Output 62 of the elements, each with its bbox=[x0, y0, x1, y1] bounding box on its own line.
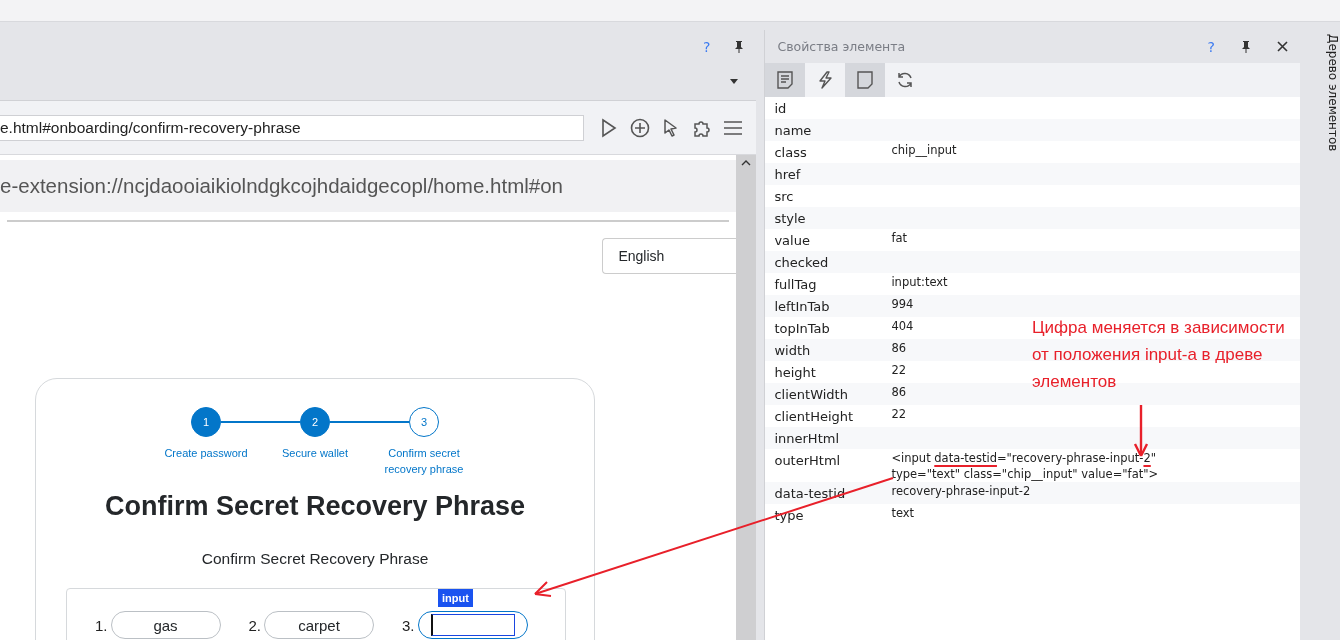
property-value: 404 bbox=[891, 318, 914, 334]
page-icon bbox=[857, 71, 874, 89]
property-value: chip__input bbox=[891, 142, 957, 158]
property-name: name bbox=[773, 122, 813, 140]
step-label: Create password bbox=[163, 446, 249, 461]
property-name: clientHeight bbox=[773, 408, 855, 426]
property-value: 86 bbox=[891, 340, 907, 356]
property-name: clientWidth bbox=[773, 386, 849, 404]
property-value: input:text bbox=[891, 274, 948, 290]
property-name: href bbox=[773, 166, 802, 184]
menu-icon[interactable] bbox=[724, 119, 742, 136]
caret-icon[interactable] bbox=[730, 79, 739, 84]
toolbar-button[interactable] bbox=[765, 63, 806, 97]
property-name: type bbox=[773, 507, 805, 525]
property-value: 22 bbox=[891, 406, 907, 422]
toolbar-button[interactable] bbox=[845, 63, 886, 97]
property-value: fat bbox=[891, 230, 908, 246]
property-name: innerHtml bbox=[773, 430, 840, 448]
pin-icon[interactable] bbox=[734, 40, 745, 53]
word-number: 2. bbox=[248, 616, 262, 634]
add-icon[interactable] bbox=[630, 117, 650, 138]
scroll-up-icon[interactable] bbox=[741, 159, 752, 167]
step-label: Confirm secret recovery phrase bbox=[383, 446, 465, 477]
element-tag: input bbox=[438, 589, 473, 607]
property-value: 22 bbox=[891, 362, 907, 378]
play-icon[interactable] bbox=[600, 117, 618, 138]
address-field[interactable]: e.html#onboarding/confirm-recovery-phrase bbox=[0, 114, 584, 141]
document-icon bbox=[777, 71, 794, 89]
property-name: leftInTab bbox=[773, 298, 831, 316]
page-subtitle: Confirm Secret Recovery Phrase bbox=[200, 550, 430, 568]
property-name: class bbox=[773, 144, 808, 162]
step-circle: 1 bbox=[191, 407, 221, 437]
pin-icon[interactable] bbox=[1241, 40, 1251, 53]
property-name: data-testid bbox=[773, 485, 847, 503]
property-name: checked bbox=[773, 254, 830, 272]
step-label: Secure wallet bbox=[280, 446, 349, 461]
scrollbar[interactable] bbox=[736, 155, 757, 640]
annotation-note: Цифра меняется в зависимости от положения input-а в древе элементов bbox=[1032, 317, 1286, 393]
property-name: height bbox=[773, 364, 817, 382]
property-name: topInTab bbox=[773, 320, 831, 338]
property-name: width bbox=[773, 342, 812, 360]
refresh-icon bbox=[896, 71, 915, 89]
step-circle: 2 bbox=[300, 407, 330, 437]
word-number: 3. bbox=[402, 616, 415, 634]
property-name: value bbox=[773, 232, 811, 250]
page-title: Confirm Secret Recovery Phrase bbox=[103, 491, 527, 522]
property-name: id bbox=[773, 100, 788, 118]
word-number: 1. bbox=[95, 616, 108, 634]
property-name: style bbox=[773, 210, 807, 228]
property-value: recovery-phrase-input-2 bbox=[891, 483, 1031, 499]
lightning-icon bbox=[817, 71, 834, 89]
step-circle: 3 bbox=[409, 407, 439, 437]
property-name: fullTag bbox=[773, 276, 818, 294]
property-name: outerHtml bbox=[773, 452, 842, 470]
property-value: 86 bbox=[891, 384, 907, 400]
property-value: 994 bbox=[891, 296, 914, 312]
side-tab[interactable]: Дерево элементов bbox=[1300, 32, 1340, 640]
cursor-icon[interactable] bbox=[662, 117, 680, 138]
panel-title: Свойства элемента bbox=[777, 39, 907, 54]
property-value: text bbox=[891, 505, 915, 521]
close-icon[interactable] bbox=[1277, 41, 1288, 52]
property-name: src bbox=[773, 188, 795, 206]
